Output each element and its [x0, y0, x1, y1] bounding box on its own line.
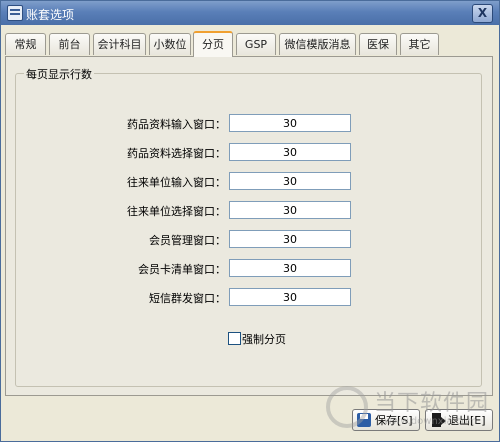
- save-button[interactable]: 保存[S]: [352, 409, 420, 431]
- tab-medical-insurance[interactable]: 医保: [359, 33, 397, 55]
- tab-front-desk[interactable]: 前台: [49, 33, 90, 55]
- save-icon: [357, 413, 371, 427]
- app-icon: [7, 5, 23, 21]
- drug-input-rows-field[interactable]: 30: [229, 114, 351, 132]
- field-label-partner-input: 往来单位输入窗口：: [127, 176, 226, 189]
- tab-wechat-template[interactable]: 微信模版消息: [279, 33, 356, 55]
- partner-select-rows-field[interactable]: 30: [229, 201, 351, 219]
- member-manage-rows-field[interactable]: 30: [229, 230, 351, 248]
- field-label-member-card: 会员卡清单窗口：: [138, 263, 226, 276]
- field-label-partner-select: 往来单位选择窗口：: [127, 205, 226, 218]
- exit-icon: [432, 413, 446, 427]
- window-title: 账套选项: [26, 8, 75, 22]
- drug-select-rows-field[interactable]: 30: [229, 143, 351, 161]
- field-label-member-manage: 会员管理窗口：: [149, 234, 226, 247]
- sms-rows-field[interactable]: 30: [229, 288, 351, 306]
- tab-accounting-subjects[interactable]: 会计科目: [93, 33, 146, 55]
- field-label-drug-select: 药品资料选择窗口：: [127, 147, 226, 160]
- force-paging-checkbox[interactable]: [228, 332, 241, 345]
- tab-other[interactable]: 其它: [400, 33, 439, 55]
- field-label-drug-input: 药品资料输入窗口：: [127, 118, 226, 131]
- save-button-label: 保存[S]: [375, 414, 413, 427]
- exit-button[interactable]: 退出[E]: [425, 409, 493, 431]
- title-bar: 账套选项 X: [1, 1, 499, 25]
- partner-input-rows-field[interactable]: 30: [229, 172, 351, 190]
- force-paging-label[interactable]: 强制分页: [242, 331, 286, 347]
- tab-paging[interactable]: 分页: [193, 31, 233, 57]
- group-title: 每页显示行数: [24, 66, 94, 82]
- close-button[interactable]: X: [472, 4, 493, 23]
- member-card-rows-field[interactable]: 30: [229, 259, 351, 277]
- tab-gsp[interactable]: GSP: [236, 33, 276, 55]
- paging-tab-panel: 每页显示行数 药品资料输入窗口： 30 药品资料选择窗口： 30 往来单位输入窗…: [5, 56, 493, 396]
- field-label-sms: 短信群发窗口：: [149, 292, 226, 305]
- tab-general[interactable]: 常规: [5, 33, 46, 55]
- tab-decimal-places[interactable]: 小数位: [149, 33, 191, 55]
- rows-per-page-group: 每页显示行数 药品资料输入窗口： 30 药品资料选择窗口： 30 往来单位输入窗…: [15, 66, 482, 387]
- options-dialog: 账套选项 X 常规 前台 会计科目 小数位 分页 GSP 微信模版消息 医保 其…: [0, 0, 500, 442]
- exit-button-label: 退出[E]: [448, 414, 486, 427]
